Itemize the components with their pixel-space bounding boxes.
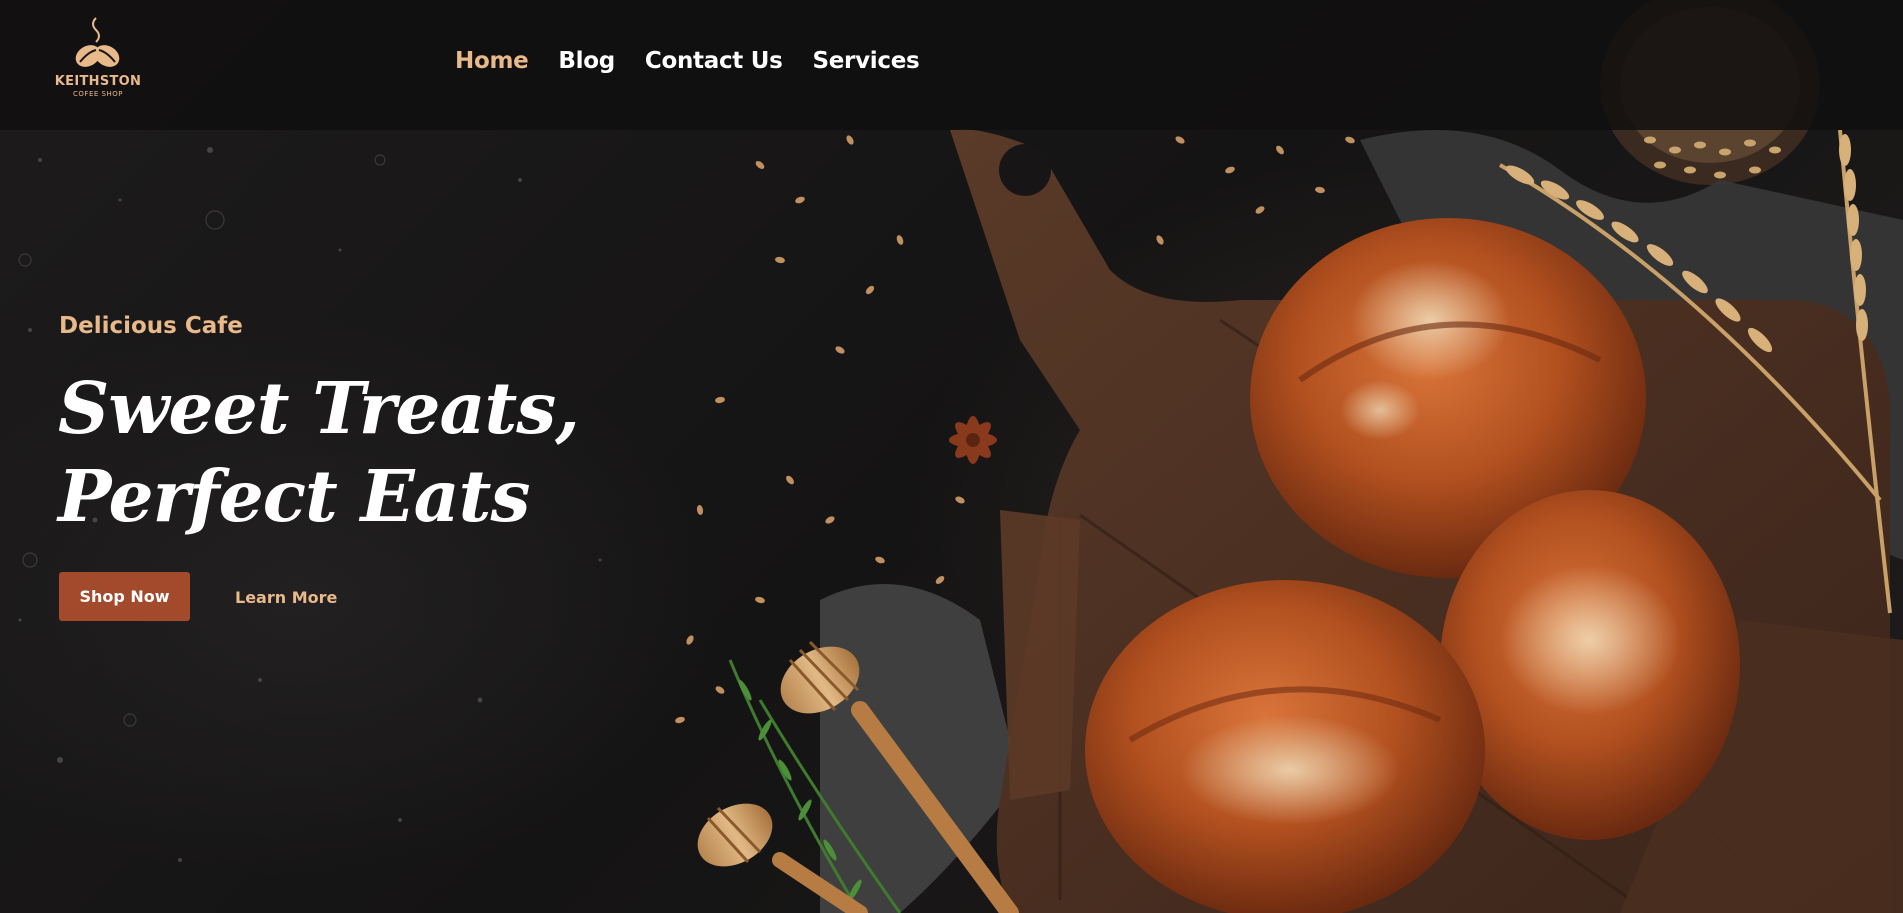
nav-item-services[interactable]: Services <box>812 48 919 74</box>
hero-headline: Sweet Treats, Perfect Eats <box>58 364 618 540</box>
brand-logo[interactable]: KEITHSTON COFEE SHOP <box>54 16 142 106</box>
brand-name: KEITHSTON <box>54 74 142 89</box>
nav-item-contact-us[interactable]: Contact Us <box>645 48 783 74</box>
hero-headline-line-1: Sweet Treats, <box>58 366 580 450</box>
hero-eyebrow: Delicious Cafe <box>59 313 243 339</box>
brand-tagline: COFEE SHOP <box>73 90 123 98</box>
coffee-beans-logo-icon <box>75 17 120 67</box>
hero-headline-line-2: Perfect Eats <box>58 454 530 538</box>
nav-item-home[interactable]: Home <box>455 48 529 74</box>
site-header: KEITHSTON COFEE SHOP Home Blog Contact U… <box>0 0 1903 130</box>
nav-item-blog[interactable]: Blog <box>558 48 615 74</box>
learn-more-button[interactable]: Learn More <box>235 585 337 609</box>
main-nav: Home Blog Contact Us Services <box>455 48 920 74</box>
shop-now-button[interactable]: Shop Now <box>59 572 190 621</box>
